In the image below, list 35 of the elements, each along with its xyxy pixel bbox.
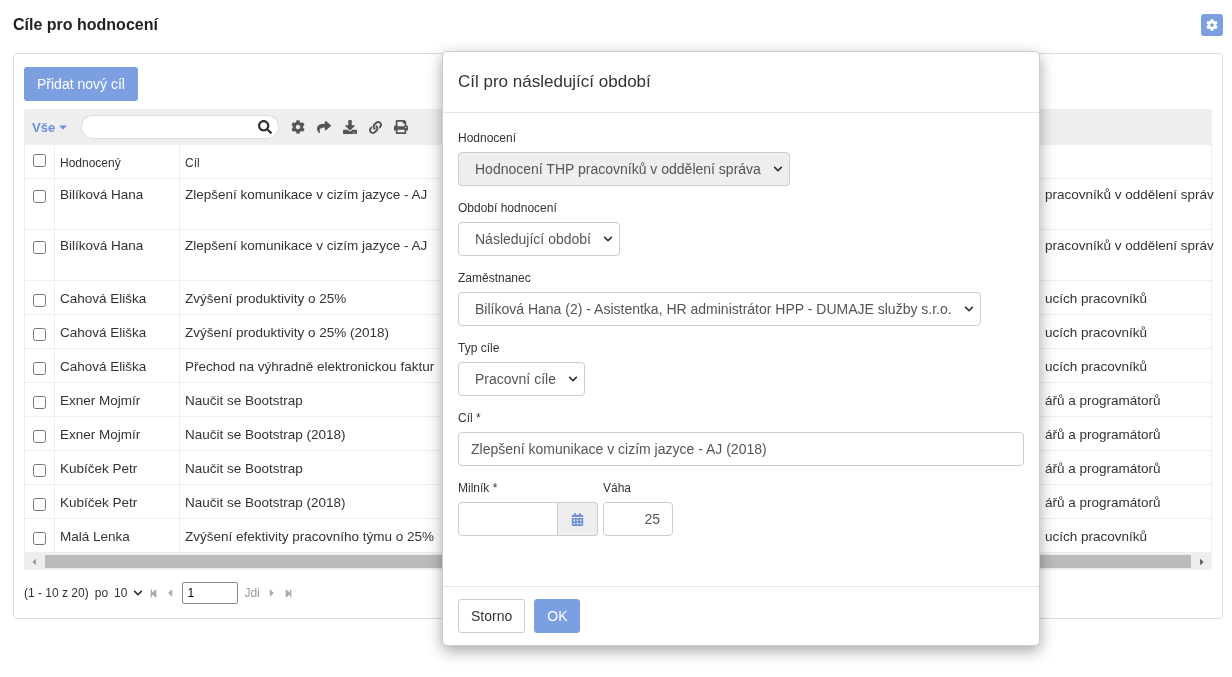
table-cell-text: ářů a programátorů (1044, 392, 1162, 410)
page-title: Cíle pro hodnocení (13, 16, 158, 34)
table-cell-text: ucích pracovníků (1044, 290, 1149, 308)
table-cell: Bilíková Hana (55, 230, 180, 280)
table-cell: Cahová Eliška (55, 349, 180, 382)
cancel-button[interactable]: Storno (458, 599, 526, 633)
weight-field[interactable]: 25 (603, 502, 673, 536)
select-field[interactable]: Bilíková Hana (2) - Asistentka, HR administrátor HPP - DUMAJE služby s.r.o. (458, 292, 981, 326)
table-cell-text: pracovníků v oddělení správ (1044, 186, 1215, 204)
table-cell: Kubíček Petr (55, 451, 180, 484)
per-page-label: po (94, 586, 109, 600)
table-cell-text: ářů a programátorů (1044, 494, 1162, 512)
table-cell-text: pracovníků v oddělení správ (1044, 237, 1215, 255)
table-cell-text: ářů a programátorů (1044, 460, 1162, 478)
field-label: Hodnocení (458, 131, 518, 145)
table-cell-text: ucích pracovníků (1044, 358, 1149, 376)
page-input[interactable]: 1 (182, 582, 239, 604)
table-cell: Exner Mojmír (55, 383, 180, 416)
table-cell: Cahová Eliška (55, 281, 180, 314)
table-cell: Cahová Eliška (55, 315, 180, 348)
table-cell-text: ucích pracovníků (1044, 528, 1149, 546)
select-field[interactable]: Následující období (458, 222, 620, 256)
table-cell: Bilíková Hana (55, 179, 180, 229)
table-cell: Malá Lenka (55, 519, 180, 552)
page-range: (1 - 10 z 20) (24, 586, 89, 600)
table-cell: Exner Mojmír (55, 417, 180, 450)
column-header[interactable]: Hodnocený (55, 145, 180, 178)
input-field[interactable]: Zlepšení komunikace v cizím jazyce - AJ (2018) (458, 432, 1024, 466)
select-field[interactable]: Pracovní cíle (458, 362, 585, 396)
per-page-select[interactable]: 10 (114, 586, 128, 600)
table-cell-text: ářů a programátorů (1044, 426, 1162, 444)
table-cell-text: ucích pracovníků (1044, 324, 1149, 342)
table-cell: Kubíček Petr (55, 485, 180, 518)
dialog-title: Cíl pro následující období (458, 72, 651, 92)
field-label: Období hodnocení (458, 201, 558, 215)
